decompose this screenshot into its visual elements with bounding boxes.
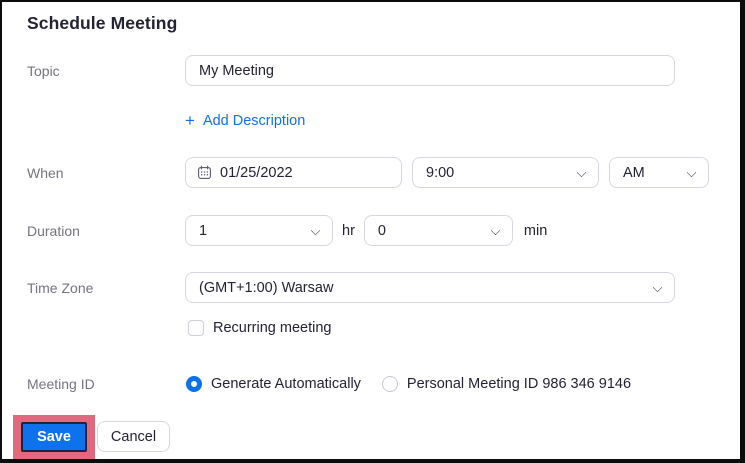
calendar-icon: [197, 165, 212, 180]
date-input[interactable]: 01/25/2022: [185, 157, 402, 188]
duration-hours-value: 1: [199, 222, 208, 239]
topic-input-value: My Meeting: [199, 62, 274, 79]
schedule-meeting-dialog: Schedule Meeting Topic My Meeting + Add …: [0, 0, 745, 463]
when-label: When: [27, 164, 64, 181]
plus-icon: +: [185, 111, 195, 130]
radio-generate-automatically[interactable]: Generate Automatically: [186, 376, 361, 392]
cancel-button[interactable]: Cancel: [97, 421, 170, 452]
time-select[interactable]: 9:00: [412, 157, 599, 188]
timezone-value: (GMT+1:00) Warsaw: [199, 279, 334, 296]
hours-unit-label: hr: [342, 222, 355, 239]
recurring-checkbox[interactable]: [188, 320, 204, 336]
time-value: 9:00: [426, 164, 455, 181]
chevron-down-icon: [490, 225, 501, 236]
duration-minutes-select[interactable]: 0: [363, 215, 513, 246]
radio-generate-label: Generate Automatically: [211, 376, 361, 392]
topic-input[interactable]: My Meeting: [185, 55, 675, 86]
chevron-down-icon: [576, 167, 587, 178]
duration-minutes-value: 0: [377, 222, 386, 239]
recurring-label: Recurring meeting: [213, 320, 332, 336]
meeting-id-row: Meeting ID Generate Automatically Person…: [27, 375, 631, 393]
radio-selected-icon[interactable]: [186, 376, 202, 392]
when-row: When 01/25/2022 9:00 AM: [27, 157, 709, 188]
chevron-down-icon: [652, 282, 663, 293]
duration-label: Duration: [27, 222, 80, 239]
meridiem-value: AM: [623, 164, 645, 181]
minutes-unit-label: min: [523, 222, 548, 239]
duration-hours-select[interactable]: 1: [185, 215, 333, 246]
date-value: 01/25/2022: [220, 164, 293, 181]
meeting-id-label: Meeting ID: [27, 376, 95, 392]
radio-personal-label: Personal Meeting ID 986 346 9146: [406, 376, 632, 392]
description-row: + Add Description: [27, 110, 305, 132]
add-description-label: Add Description: [202, 113, 306, 129]
timezone-row: Time Zone (GMT+1:00) Warsaw: [27, 272, 675, 303]
timezone-label: Time Zone: [27, 279, 94, 296]
recurring-row: Recurring meeting: [27, 319, 331, 337]
chevron-down-icon: [686, 167, 697, 178]
topic-label: Topic: [27, 62, 60, 79]
topic-row: Topic My Meeting: [27, 55, 675, 86]
radio-unselected-icon[interactable]: [381, 376, 398, 392]
meridiem-select[interactable]: AM: [609, 157, 709, 188]
page-title: Schedule Meeting: [27, 13, 178, 33]
timezone-select[interactable]: (GMT+1:00) Warsaw: [185, 272, 675, 303]
radio-personal-meeting-id[interactable]: Personal Meeting ID 986 346 9146: [381, 376, 632, 392]
add-description-link[interactable]: + Add Description: [185, 111, 306, 130]
save-button-highlight-annotation: Save: [13, 415, 95, 459]
duration-row: Duration 1 hr 0 min: [27, 215, 547, 246]
chevron-down-icon: [310, 225, 321, 236]
save-button[interactable]: Save: [21, 422, 87, 452]
